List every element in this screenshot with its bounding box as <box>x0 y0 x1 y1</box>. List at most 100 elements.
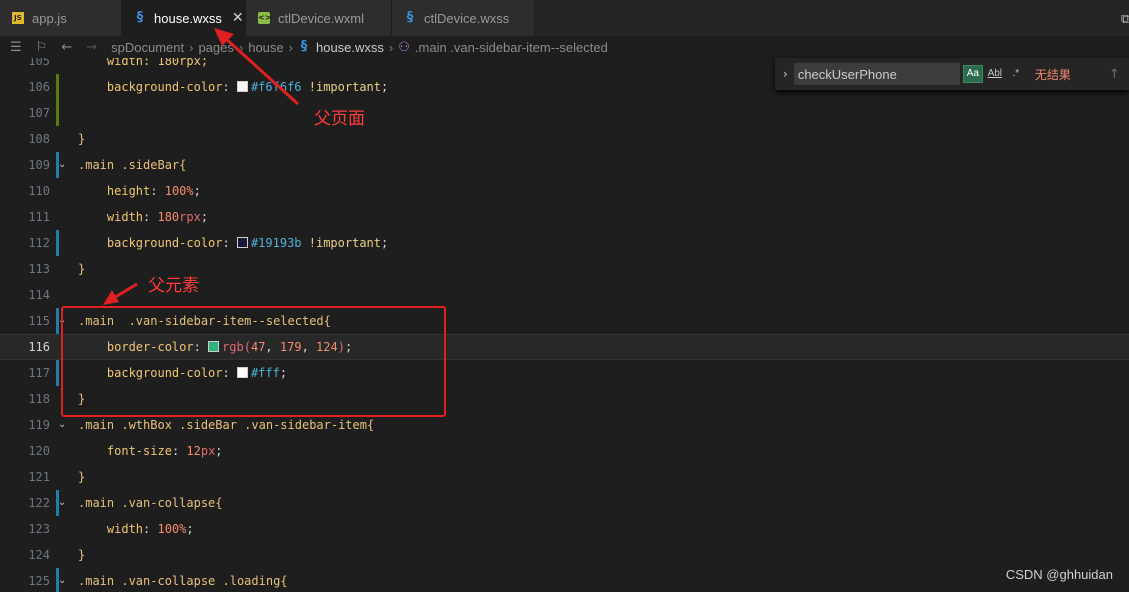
tab-label: house.wxss <box>154 10 222 26</box>
code-token: background-color <box>106 80 223 94</box>
breadcrumb-item[interactable]: spDocument <box>111 40 184 55</box>
code-token: } <box>78 470 86 484</box>
line-number: 116 <box>28 340 50 354</box>
fold-chevron-icon[interactable]: ⌄ <box>58 568 66 592</box>
code-token: } <box>78 132 86 146</box>
code-token: px <box>200 444 216 458</box>
tab-bar: JS app.js § house.wxss ✕ <> ctlDevice.wx… <box>0 0 1129 37</box>
fold-chevron-icon[interactable]: ⌄ <box>58 490 66 516</box>
breadcrumb: ☰ ⚐ ← → spDocument › pages › house › § h… <box>0 36 1129 58</box>
regex-toggle[interactable]: .* <box>1007 66 1025 82</box>
line-number: 120 <box>28 444 50 458</box>
code-token: : <box>222 80 237 94</box>
code-line[interactable]: 110 height: 100%; <box>0 178 1129 204</box>
line-number: 114 <box>28 288 50 302</box>
code-token: width: 180rpx; <box>78 58 209 68</box>
annotation-parent-page: 父页面 <box>314 109 365 129</box>
code-text: width: 100%; <box>78 516 194 542</box>
code-line[interactable]: 124} <box>0 542 1129 568</box>
breadcrumb-separator: › <box>388 39 394 55</box>
code-token: .main .sideBar{ <box>78 158 187 172</box>
breadcrumb-item[interactable]: pages <box>198 40 233 55</box>
line-number: 110 <box>28 184 50 198</box>
code-text: width: 180rpx; <box>78 58 208 74</box>
find-result-count: 无结果 <box>1034 67 1071 82</box>
line-number: 115 <box>28 314 50 328</box>
tab-label: ctlDevice.wxml <box>278 10 364 26</box>
code-token: : <box>150 184 165 198</box>
back-arrow-icon[interactable]: ← <box>61 40 72 55</box>
code-token: 180 <box>157 210 180 224</box>
line-number: 119 <box>28 418 50 432</box>
code-token: width <box>106 210 144 224</box>
forward-arrow-icon[interactable]: → <box>86 40 97 55</box>
code-token: font-size <box>106 444 172 458</box>
list-icon[interactable]: ☰ <box>10 40 22 55</box>
code-token: 100% <box>164 184 194 198</box>
gutter-change-marker[interactable] <box>56 230 59 256</box>
fold-chevron-icon[interactable]: ⌄ <box>58 152 66 178</box>
code-text: width: 180rpx; <box>78 204 208 230</box>
tab-house-wxss[interactable]: § house.wxss ✕ <box>122 0 246 36</box>
code-token: #19193b <box>250 236 302 250</box>
code-line[interactable]: 125 ⌄ .main .van-collapse .loading{ <box>0 568 1129 592</box>
tab-ctldevice-wxml[interactable]: <> ctlDevice.wxml <box>246 0 392 36</box>
chevron-right-icon[interactable]: › <box>783 67 788 81</box>
line-number: 121 <box>28 470 50 484</box>
tab-label: app.js <box>32 10 67 26</box>
code-token: #f6f6f6 <box>250 80 302 94</box>
code-line[interactable]: 123 width: 100%; <box>0 516 1129 542</box>
highlight-box <box>61 306 446 417</box>
color-swatch[interactable] <box>236 237 248 248</box>
wxml-file-icon: <> <box>258 12 272 24</box>
line-number: 125 <box>28 574 50 588</box>
code-text: .main .van-collapse{ <box>78 490 223 516</box>
watermark: CSDN @ghhuidan <box>1005 567 1113 582</box>
breadcrumb-item[interactable]: .main .van-sidebar-item--selected <box>415 40 608 55</box>
breadcrumb-item[interactable]: house.wxss <box>316 40 384 55</box>
tab-ctldevice-wxss[interactable]: § ctlDevice.wxss <box>392 0 535 36</box>
code-token: } <box>78 548 86 562</box>
line-number: 124 <box>28 548 50 562</box>
code-token: : <box>143 210 158 224</box>
line-number: 112 <box>28 236 50 250</box>
code-text: } <box>78 542 85 568</box>
tab-app-js[interactable]: JS app.js <box>0 0 122 36</box>
arrow-up-icon[interactable]: ↑ <box>1109 67 1120 82</box>
match-case-toggle[interactable]: Aa <box>962 65 983 83</box>
code-token: rpx <box>179 210 201 224</box>
code-line[interactable]: 120 font-size: 12px; <box>0 438 1129 464</box>
code-token: width <box>106 522 144 536</box>
code-token: .main .wthBox .sideBar .van-sidebar-item… <box>78 418 375 432</box>
code-text: } <box>78 464 85 490</box>
line-number: 113 <box>28 262 50 276</box>
code-line[interactable]: 111 width: 180rpx; <box>0 204 1129 230</box>
line-number: 118 <box>28 392 50 406</box>
code-line[interactable]: 109 ⌄ .main .sideBar{ <box>0 152 1129 178</box>
match-word-toggle[interactable]: Abl <box>986 66 1004 82</box>
gutter-change-marker[interactable] <box>56 74 59 100</box>
code-line[interactable]: 107 <box>0 100 1129 126</box>
breadcrumb-item[interactable]: house <box>248 40 283 55</box>
gutter-change-marker[interactable] <box>56 360 59 386</box>
bookmark-icon[interactable]: ⚐ <box>36 40 48 55</box>
code-token: ; <box>193 184 201 198</box>
css-file-icon: § <box>136 10 144 25</box>
code-line[interactable]: 121} <box>0 464 1129 490</box>
close-icon[interactable]: ✕ <box>232 10 244 26</box>
split-editor-icon[interactable]: ⧉ <box>1121 12 1129 27</box>
code-token: ; <box>215 444 223 458</box>
line-number: 122 <box>28 496 50 510</box>
find-input[interactable] <box>793 63 960 85</box>
gutter-change-marker[interactable] <box>56 100 59 126</box>
code-line[interactable]: 122 ⌄ .main .van-collapse{ <box>0 490 1129 516</box>
css-file-icon: § <box>300 39 308 54</box>
code-line[interactable]: 108} <box>0 126 1129 152</box>
color-swatch[interactable] <box>236 81 248 92</box>
code-line[interactable]: 112 background-color: #19193b !important… <box>0 230 1129 256</box>
breadcrumb-separator: › <box>288 39 293 55</box>
